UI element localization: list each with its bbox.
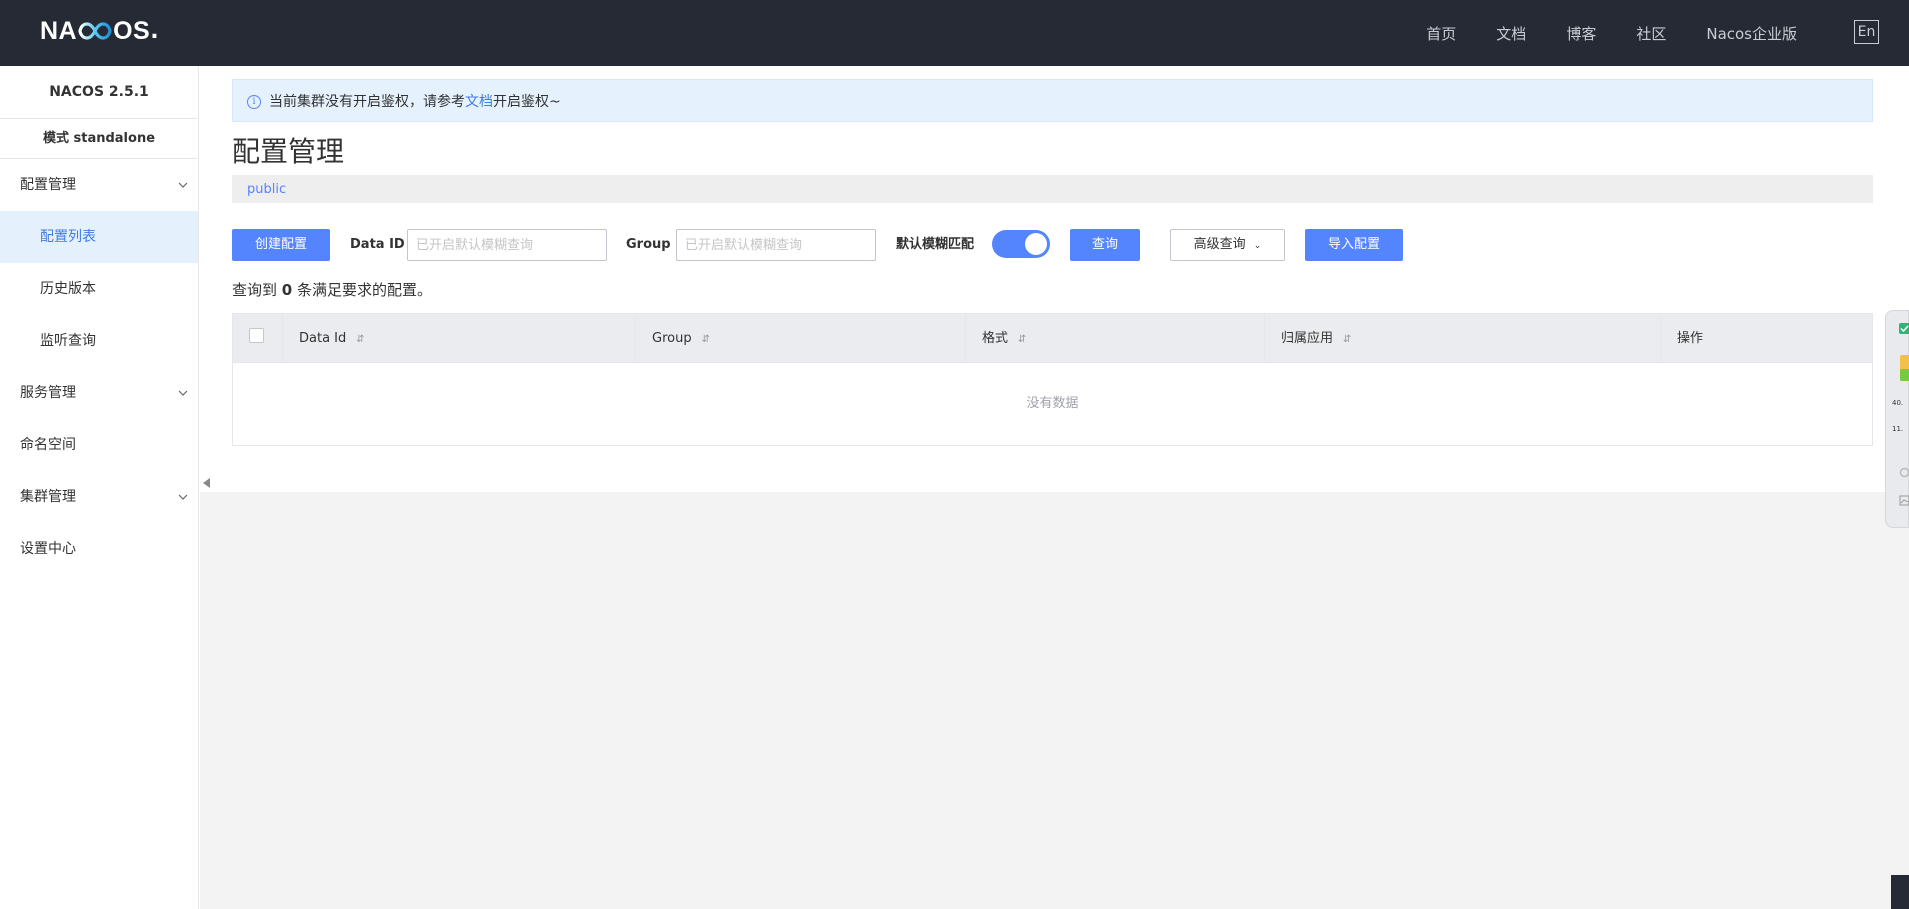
main-area: i 当前集群没有开启鉴权，请参考 文档 开启鉴权~ 配置管理 public 创建配置… (200, 66, 1909, 909)
sidebar-item-label: 服务管理 (20, 385, 76, 401)
notice-doc-link[interactable]: 文档 (465, 91, 493, 111)
sidebar-item-settings[interactable]: 设置中心 (0, 523, 198, 575)
chevron-down-icon (178, 494, 188, 500)
column-label: 格式 (982, 331, 1009, 346)
group-label: Group (626, 237, 671, 252)
nav-community[interactable]: 社区 (1636, 23, 1666, 44)
sidebar-item-cluster-management[interactable]: 集群管理 (0, 471, 198, 523)
nav-docs[interactable]: 文档 (1496, 23, 1526, 44)
logo-text-left: NA (40, 16, 78, 45)
column-header-group[interactable]: Group ⇵ (636, 314, 966, 363)
sort-icon[interactable]: ⇵ (356, 334, 364, 345)
sort-icon[interactable]: ⇵ (1343, 334, 1351, 345)
sidebar-item-listener-query[interactable]: 监听查询 (0, 315, 198, 367)
auth-notice: i 当前集群没有开启鉴权，请参考 文档 开启鉴权~ (232, 79, 1873, 122)
fuzzy-match-label: 默认模糊匹配 (896, 237, 975, 252)
column-header-format[interactable]: 格式 ⇵ (966, 314, 1265, 363)
nav-blog[interactable]: 博客 (1566, 23, 1596, 44)
notice-suffix: 开启鉴权~ (493, 93, 561, 110)
sidebar-item-label: 监听查询 (40, 333, 96, 349)
column-header-data-id[interactable]: Data Id ⇵ (283, 314, 636, 363)
select-all-cell (233, 314, 283, 363)
advanced-query-label: 高级查询 (1193, 237, 1246, 252)
empty-state: 没有数据 (233, 363, 1872, 445)
column-label: Group (652, 331, 692, 346)
sidebar-item-config-management[interactable]: 配置管理 (0, 159, 198, 211)
page-title: 配置管理 (232, 135, 345, 168)
result-prefix: 查询到 (232, 281, 278, 299)
sidebar-item-history[interactable]: 历史版本 (0, 263, 198, 315)
version-label: NACOS 2.5.1 (0, 66, 198, 119)
sidebar-item-config-list[interactable]: 配置列表 (0, 211, 198, 263)
create-config-button[interactable]: 创建配置 (232, 229, 330, 261)
nav-enterprise[interactable]: Nacos企业版 (1706, 23, 1797, 44)
sidebar-item-label: 设置中心 (20, 541, 76, 557)
column-header-app[interactable]: 归属应用 ⇵ (1265, 314, 1661, 363)
query-toolbar: 创建配置 Data ID Group 默认模糊匹配 查询 高级查询 ⌄ 导入配置 (232, 229, 1632, 261)
column-header-actions: 操作 (1661, 314, 1872, 363)
refresh-icon (1899, 467, 1909, 478)
data-id-label: Data ID (350, 237, 405, 252)
nacos-logo[interactable]: NA OS . (40, 16, 159, 46)
config-table: Data Id ⇵ Group ⇵ 格式 ⇵ 归属应用 ⇵ 操作 没有数据 (232, 313, 1873, 446)
mode-label: 模式 standalone (0, 119, 198, 159)
nav-home[interactable]: 首页 (1426, 23, 1456, 44)
column-label: 操作 (1677, 331, 1704, 346)
column-label: Data Id (299, 331, 347, 346)
sidebar-item-label: 集群管理 (20, 489, 76, 505)
select-all-checkbox[interactable] (249, 328, 264, 343)
sidebar-item-namespace[interactable]: 命名空间 (0, 419, 198, 471)
import-config-button[interactable]: 导入配置 (1305, 229, 1403, 261)
chevron-down-icon (178, 390, 188, 396)
chart-icon (1899, 495, 1909, 506)
chevron-down-icon (178, 182, 188, 188)
corner-badge (1891, 875, 1909, 909)
sort-icon[interactable]: ⇵ (1018, 334, 1026, 345)
sidebar: NACOS 2.5.1 模式 standalone 配置管理 配置列表 历史版本… (0, 66, 199, 909)
sidebar-item-label: 命名空间 (20, 437, 76, 453)
logo-text-right: OS (113, 16, 151, 45)
namespace-public-link[interactable]: public (247, 182, 286, 197)
fuzzy-match-toggle[interactable] (992, 230, 1050, 258)
notice-prefix: 当前集群没有开启鉴权，请参考 (269, 93, 465, 110)
language-switch-button[interactable]: En (1854, 20, 1879, 44)
data-id-input[interactable] (407, 229, 607, 261)
column-label: 归属应用 (1281, 331, 1334, 346)
advanced-query-button[interactable]: 高级查询 ⌄ (1170, 229, 1285, 261)
main-content: i 当前集群没有开启鉴权，请参考 文档 开启鉴权~ 配置管理 public 创建配置… (200, 66, 1909, 492)
query-button[interactable]: 查询 (1070, 229, 1140, 261)
result-summary: 查询到 0 条满足要求的配置。 (232, 279, 432, 300)
sort-icon[interactable]: ⇵ (702, 334, 710, 345)
sidebar-item-service-management[interactable]: 服务管理 (0, 367, 198, 419)
top-navbar: NA OS . 首页 文档 博客 社区 Nacos企业版 En (0, 0, 1909, 66)
floating-monitor-widget[interactable]: 40. 11. (1885, 310, 1909, 528)
sidebar-item-label: 配置列表 (40, 229, 96, 245)
widget-stat-2: 11. (1892, 425, 1904, 433)
chevron-down-icon: ⌄ (1253, 241, 1262, 251)
widget-stat-1: 40. (1892, 399, 1904, 407)
collapse-sidebar-icon[interactable] (203, 478, 210, 488)
logo-infinity-icon (78, 22, 112, 40)
result-count: 0 (281, 281, 293, 299)
sidebar-item-label: 历史版本 (40, 281, 96, 297)
sidebar-item-label: 配置管理 (20, 177, 76, 193)
shield-check-icon (1899, 323, 1909, 334)
namespace-bar: public (232, 175, 1873, 203)
toggle-knob (1025, 233, 1047, 255)
result-suffix: 条满足要求的配置。 (297, 281, 433, 299)
group-input[interactable] (676, 229, 876, 261)
battery-gauge-icon (1900, 355, 1909, 381)
info-icon: i (247, 95, 261, 109)
logo-dot: . (150, 18, 159, 44)
table-header: Data Id ⇵ Group ⇵ 格式 ⇵ 归属应用 ⇵ 操作 (233, 314, 1872, 363)
top-nav: 首页 文档 博客 社区 Nacos企业版 (1426, 0, 1797, 66)
